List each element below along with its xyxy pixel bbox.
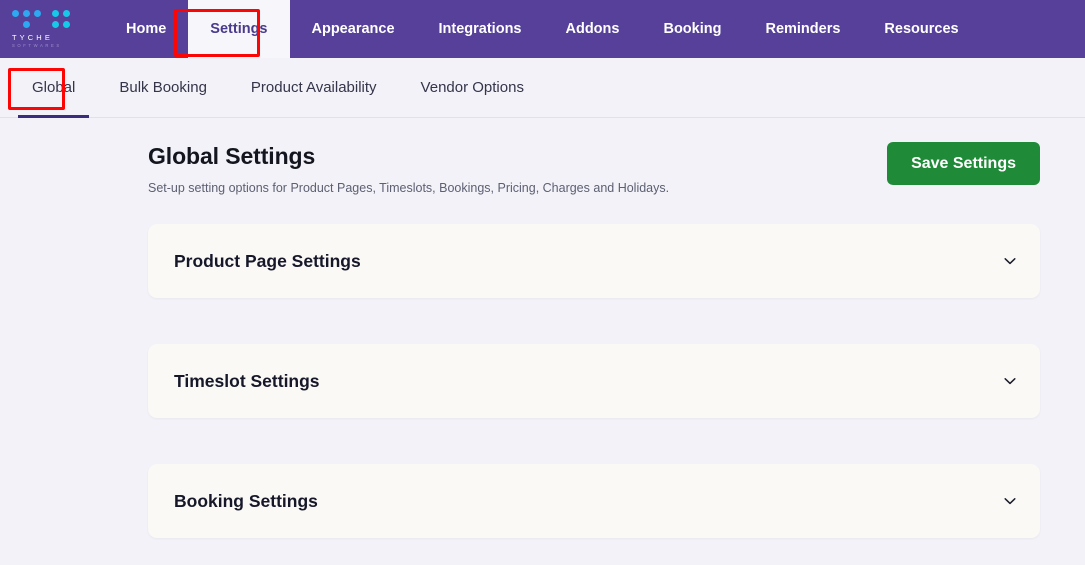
nav-item-reminders[interactable]: Reminders [743,0,862,58]
tab-bulk-booking-label: Bulk Booking [119,79,207,96]
tab-product-availability-label: Product Availability [250,79,377,96]
main-content: Global Settings Set-up setting options f… [0,118,1085,538]
settings-tab-bar: Global Bulk Booking Product Availability… [0,58,1085,118]
page-header-row: Global Settings Set-up setting options f… [148,118,1040,196]
accordion-booking-settings-title: Booking Settings [174,490,318,511]
nav-item-home[interactable]: Home [104,0,188,58]
nav-item-reminders-label: Reminders [765,21,841,37]
nav-item-resources[interactable]: Resources [862,0,980,58]
nav-item-resources-label: Resources [884,21,959,37]
nav-item-addons[interactable]: Addons [544,0,642,58]
tab-global-label: Global [32,79,76,96]
chevron-down-icon[interactable] [1002,253,1018,269]
accordion-timeslot-settings-title: Timeslot Settings [174,370,320,391]
page-title: Global Settings [148,143,316,169]
nav-item-appearance-label: Appearance [311,21,395,37]
nav-item-integrations[interactable]: Integrations [417,0,544,58]
page-header-text: Global Settings Set-up setting options f… [148,142,669,196]
top-nav-items: Home Settings Appearance Integrations Ad… [104,0,981,58]
settings-accordion-list: Product Page Settings Timeslot Settings … [148,224,1040,538]
brand-tagline: SOFTWARES [12,42,62,48]
tab-product-availability[interactable]: Product Availability [229,58,399,117]
accordion-product-page-settings-title: Product Page Settings [174,250,361,271]
nav-item-addons-label: Addons [565,21,620,37]
save-settings-button[interactable]: Save Settings [887,142,1040,185]
accordion-booking-settings[interactable]: Booking Settings [148,464,1040,538]
nav-item-home-label: Home [126,21,167,37]
nav-item-integrations-label: Integrations [438,21,522,37]
chevron-down-icon[interactable] [1002,373,1018,389]
chevron-down-icon[interactable] [1002,493,1018,509]
nav-item-appearance[interactable]: Appearance [290,0,417,58]
accordion-timeslot-settings[interactable]: Timeslot Settings [148,344,1040,418]
tab-bulk-booking[interactable]: Bulk Booking [97,58,229,117]
brand-name: TYCHE [12,32,53,42]
nav-item-booking[interactable]: Booking [641,0,743,58]
nav-item-settings[interactable]: Settings [188,0,290,58]
nav-item-booking-label: Booking [663,21,722,37]
tab-global[interactable]: Global [10,58,97,118]
tab-vendor-options-label: Vendor Options [420,79,524,96]
page-subtitle: Set-up setting options for Product Pages… [148,181,670,195]
tab-vendor-options[interactable]: Vendor Options [399,58,546,117]
brand-logo[interactable]: TYCHE SOFTWARES [0,0,100,58]
accordion-product-page-settings[interactable]: Product Page Settings [148,224,1040,298]
top-navigation-bar: TYCHE SOFTWARES Home Settings Appearance… [0,0,1085,58]
nav-item-settings-label: Settings [210,21,268,37]
tyche-dots-logo-icon [12,9,70,30]
